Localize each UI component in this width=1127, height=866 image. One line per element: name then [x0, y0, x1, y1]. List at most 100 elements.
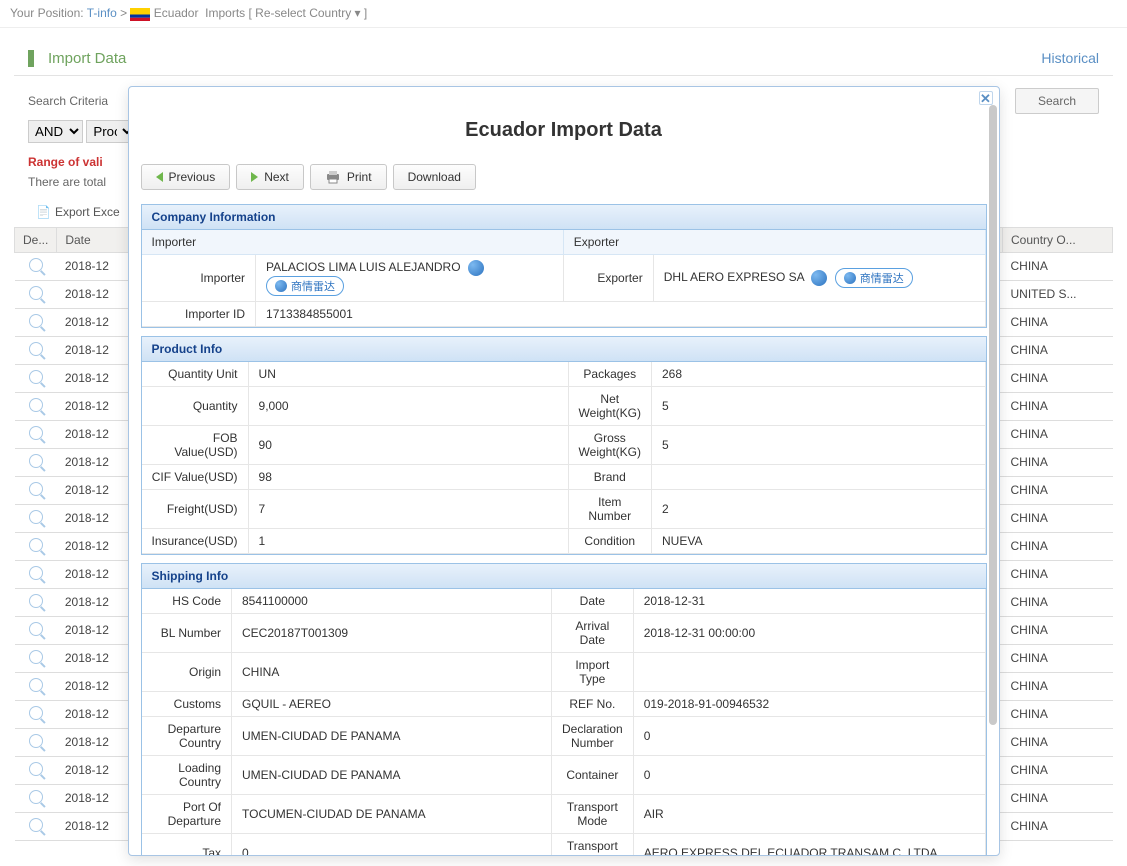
kv-row: HS Code8541100000Date2018-12-31: [142, 589, 986, 614]
kv-value: 2: [652, 490, 986, 529]
kv-value: CEC20187T001309: [232, 614, 552, 653]
globe-icon[interactable]: [811, 270, 827, 286]
kv-label: Port Of Departure: [142, 795, 232, 834]
kv-label: Origin: [142, 653, 232, 692]
kv-value: 0: [633, 717, 985, 756]
radar-pill[interactable]: 商情雷达: [835, 268, 913, 288]
kv-label: Insurance(USD): [142, 529, 249, 554]
product-section: Product Info Quantity UnitUNPackages268Q…: [141, 336, 987, 555]
kv-row: BL NumberCEC20187T001309Arrival Date2018…: [142, 614, 986, 653]
kv-row: Departure CountryUMEN-CIUDAD DE PANAMADe…: [142, 717, 986, 756]
kv-label: Quantity Unit: [142, 362, 249, 387]
kv-row: Port Of DepartureTOCUMEN-CIUDAD DE PANAM…: [142, 795, 986, 834]
dialog-overlay: ✕ Ecuador Import Data Previous Next Prin…: [0, 0, 1127, 866]
company-section-header: Company Information: [142, 205, 986, 230]
dialog-title: Ecuador Import Data: [141, 87, 987, 164]
kv-label: Import Type: [552, 653, 634, 692]
arrow-left-icon: [156, 172, 163, 182]
kv-label: Freight(USD): [142, 490, 249, 529]
kv-value: 1: [248, 529, 568, 554]
kv-label: Date: [552, 589, 634, 614]
kv-label: Condition: [568, 529, 651, 554]
kv-value: 2018-12-31: [633, 589, 985, 614]
kv-value: 268: [652, 362, 986, 387]
kv-label: Loading Country: [142, 756, 232, 795]
printer-icon: [325, 170, 341, 184]
kv-label: Item Number: [568, 490, 651, 529]
kv-value: CHINA: [232, 653, 552, 692]
print-button[interactable]: Print: [310, 164, 387, 190]
importer-id-value: 1713384855001: [256, 302, 985, 327]
importer-id-label: Importer ID: [142, 302, 256, 327]
dialog-scrollbar[interactable]: [989, 105, 997, 853]
kv-value: 90: [248, 426, 568, 465]
kv-value: 9,000: [248, 387, 568, 426]
importer-label: Importer: [142, 255, 256, 302]
kv-row: CIF Value(USD)98Brand: [142, 465, 986, 490]
kv-value: 0: [633, 756, 985, 795]
globe-icon[interactable]: [468, 260, 484, 276]
kv-label: REF No.: [552, 692, 634, 717]
kv-value: 8541100000: [232, 589, 552, 614]
download-button[interactable]: Download: [393, 164, 476, 190]
kv-value: 98: [248, 465, 568, 490]
kv-row: Freight(USD)7Item Number2: [142, 490, 986, 529]
kv-label: Transport Mode: [552, 795, 634, 834]
previous-button[interactable]: Previous: [141, 164, 231, 190]
kv-label: Quantity: [142, 387, 249, 426]
kv-value: UMEN-CIUDAD DE PANAMA: [232, 756, 552, 795]
kv-label: BL Number: [142, 614, 232, 653]
kv-value: GQUIL - AEREO: [232, 692, 552, 717]
kv-label: Customs: [142, 692, 232, 717]
kv-value: 7: [248, 490, 568, 529]
kv-value: NUEVA: [652, 529, 986, 554]
kv-row: FOB Value(USD)90Gross Weight(KG)5: [142, 426, 986, 465]
product-section-header: Product Info: [142, 337, 986, 362]
kv-row: OriginCHINAImport Type: [142, 653, 986, 692]
dialog-toolbar: Previous Next Print Download: [141, 164, 987, 190]
exporter-header: Exporter: [563, 230, 985, 255]
kv-value: TOCUMEN-CIUDAD DE PANAMA: [232, 795, 552, 834]
exporter-label: Exporter: [563, 255, 653, 302]
kv-value: 2018-12-31 00:00:00: [633, 614, 985, 653]
kv-row: Quantity UnitUNPackages268: [142, 362, 986, 387]
kv-row: Tax0Transport CompanyAERO EXPRESS DEL EC…: [142, 834, 986, 856]
kv-label: HS Code: [142, 589, 232, 614]
kv-label: Transport Company: [552, 834, 634, 856]
radar-pill[interactable]: 商情雷达: [266, 276, 344, 296]
kv-value: 0: [232, 834, 552, 856]
kv-value: UN: [248, 362, 568, 387]
kv-label: Net Weight(KG): [568, 387, 651, 426]
detail-dialog: ✕ Ecuador Import Data Previous Next Prin…: [128, 86, 1000, 856]
shipping-section: Shipping Info HS Code8541100000Date2018-…: [141, 563, 987, 855]
kv-label: Container: [552, 756, 634, 795]
kv-value: 019-2018-91-00946532: [633, 692, 985, 717]
exporter-value: DHL AERO EXPRESO SA 商情雷达: [653, 255, 985, 302]
kv-row: Loading CountryUMEN-CIUDAD DE PANAMACont…: [142, 756, 986, 795]
kv-row: CustomsGQUIL - AEREOREF No.019-2018-91-0…: [142, 692, 986, 717]
kv-label: Brand: [568, 465, 651, 490]
kv-value: [633, 653, 985, 692]
kv-label: CIF Value(USD): [142, 465, 249, 490]
kv-value: 5: [652, 426, 986, 465]
company-section: Company Information Importer Exporter Im…: [141, 204, 987, 328]
shipping-section-header: Shipping Info: [142, 564, 986, 589]
kv-label: Tax: [142, 834, 232, 856]
arrow-right-icon: [251, 172, 258, 182]
importer-value: PALACIOS LIMA LUIS ALEJANDRO 商情雷达: [256, 255, 564, 302]
close-icon[interactable]: ✕: [979, 91, 993, 105]
next-button[interactable]: Next: [236, 164, 304, 190]
importer-header: Importer: [142, 230, 564, 255]
kv-label: Arrival Date: [552, 614, 634, 653]
kv-row: Quantity9,000Net Weight(KG)5: [142, 387, 986, 426]
kv-label: Packages: [568, 362, 651, 387]
kv-row: Insurance(USD)1ConditionNUEVA: [142, 529, 986, 554]
kv-value: AIR: [633, 795, 985, 834]
kv-value: [652, 465, 986, 490]
kv-label: Departure Country: [142, 717, 232, 756]
kv-label: Declaration Number: [552, 717, 634, 756]
kv-value: 5: [652, 387, 986, 426]
kv-label: Gross Weight(KG): [568, 426, 651, 465]
kv-value: AERO EXPRESS DEL ECUADOR TRANSAM C. LTDA…: [633, 834, 985, 856]
kv-value: UMEN-CIUDAD DE PANAMA: [232, 717, 552, 756]
